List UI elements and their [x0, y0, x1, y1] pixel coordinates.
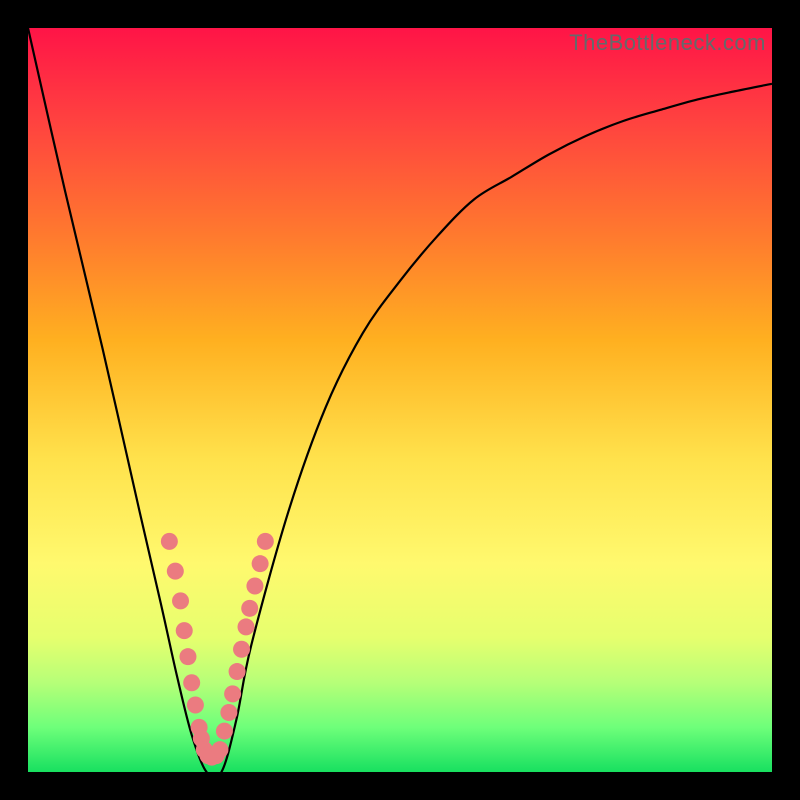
chart-svg: [28, 28, 772, 772]
marker-dot: [216, 723, 233, 740]
marker-dot: [224, 685, 241, 702]
marker-dot: [220, 704, 237, 721]
marker-dot: [233, 641, 250, 658]
marker-dot: [229, 663, 246, 680]
marker-dot: [183, 674, 200, 691]
marker-dot: [252, 555, 269, 572]
marker-dot: [246, 578, 263, 595]
marker-dot: [176, 622, 193, 639]
marker-dot: [167, 563, 184, 580]
plot-area: TheBottleneck.com: [28, 28, 772, 772]
marker-dot: [187, 697, 204, 714]
marker-dot: [161, 533, 178, 550]
marker-dot: [211, 741, 228, 758]
marker-dot: [241, 600, 258, 617]
marker-dot: [257, 533, 274, 550]
curve-path: [28, 28, 772, 772]
marker-dot: [179, 648, 196, 665]
marker-group: [161, 533, 274, 766]
chart-frame: TheBottleneck.com: [0, 0, 800, 800]
marker-dot: [172, 592, 189, 609]
marker-dot: [237, 618, 254, 635]
